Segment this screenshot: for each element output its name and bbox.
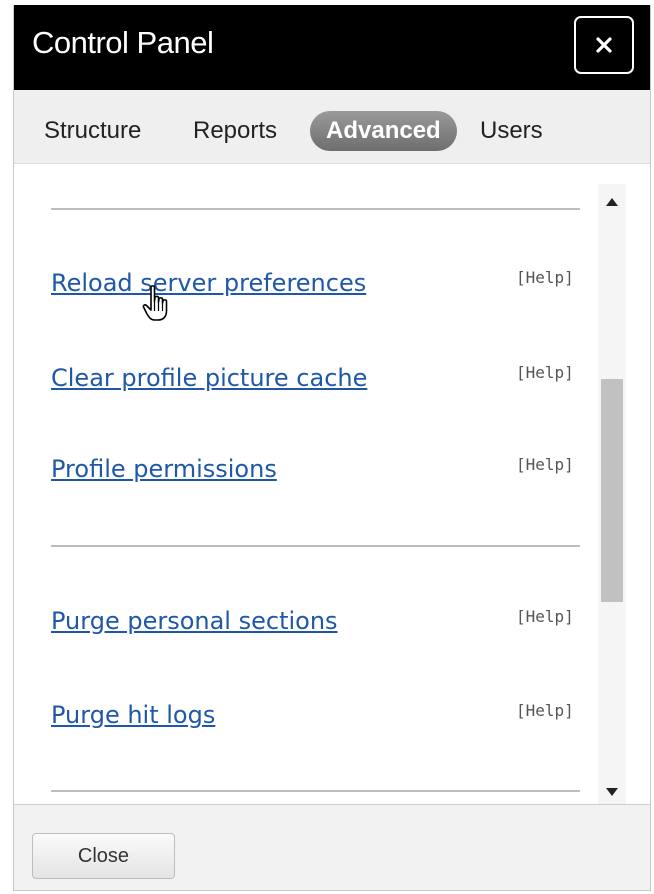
control-panel-dialog: Control Panel Structure Reports Advanced… <box>13 5 651 891</box>
scrollbar-thumb[interactable] <box>601 379 623 602</box>
scroll-up-arrow-icon[interactable] <box>606 198 618 206</box>
advanced-actions-panel: Reload server preferences [Help] Clear p… <box>14 164 650 805</box>
tab-reports[interactable]: Reports <box>193 111 277 151</box>
purge-hit-logs-link[interactable]: Purge hit logs <box>51 701 215 729</box>
help-link-clear-profile-picture-cache[interactable]: [Help] <box>516 363 574 382</box>
tab-users[interactable]: Users <box>480 111 543 151</box>
help-link-reload-server-preferences[interactable]: [Help] <box>516 268 574 287</box>
purge-personal-sections-link[interactable]: Purge personal sections <box>51 607 338 635</box>
profile-permissions-link[interactable]: Profile permissions <box>51 455 277 483</box>
dialog-footer: Close <box>14 805 650 890</box>
close-button[interactable]: Close <box>32 833 175 879</box>
close-dialog-button[interactable] <box>574 16 634 74</box>
help-link-purge-hit-logs[interactable]: [Help] <box>516 701 574 720</box>
tab-advanced[interactable]: Advanced <box>310 111 457 151</box>
dialog-title: Control Panel <box>32 25 214 60</box>
help-link-purge-personal-sections[interactable]: [Help] <box>516 607 574 626</box>
scroll-down-arrow-icon[interactable] <box>606 788 618 796</box>
vertical-scrollbar[interactable] <box>598 184 626 804</box>
reload-server-preferences-link[interactable]: Reload server preferences <box>51 269 366 297</box>
titlebar: Control Panel <box>14 5 650 90</box>
clear-profile-picture-cache-link[interactable]: Clear profile picture cache <box>51 364 367 392</box>
tab-structure[interactable]: Structure <box>44 111 141 151</box>
section-divider <box>51 545 580 547</box>
close-x-icon <box>596 37 612 53</box>
hand-pointer-icon <box>142 285 168 321</box>
tab-bar: Structure Reports Advanced Users <box>14 90 650 164</box>
section-divider <box>51 790 580 792</box>
section-divider <box>51 208 580 210</box>
help-link-profile-permissions[interactable]: [Help] <box>516 455 574 474</box>
